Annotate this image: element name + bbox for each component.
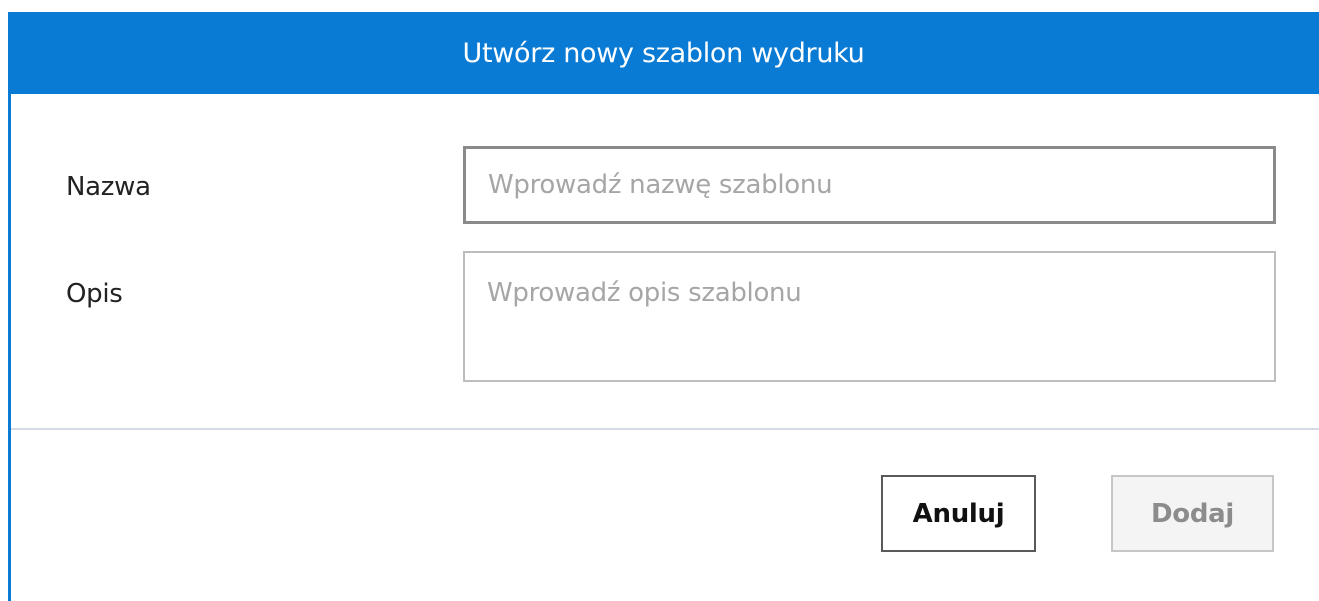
add-button[interactable]: Dodaj (1111, 475, 1274, 552)
template-description-textarea[interactable] (463, 251, 1276, 382)
template-name-input[interactable] (463, 146, 1276, 224)
name-label: Nazwa (66, 172, 151, 202)
dialog-title-bar: Utwórz nowy szablon wydruku (8, 12, 1319, 94)
create-template-dialog: Utwórz nowy szablon wydruku Nazwa Opis A… (8, 12, 1319, 601)
footer-divider (11, 428, 1319, 430)
description-label: Opis (66, 279, 123, 309)
cancel-button[interactable]: Anuluj (881, 475, 1036, 552)
dialog-title: Utwórz nowy szablon wydruku (462, 37, 865, 69)
